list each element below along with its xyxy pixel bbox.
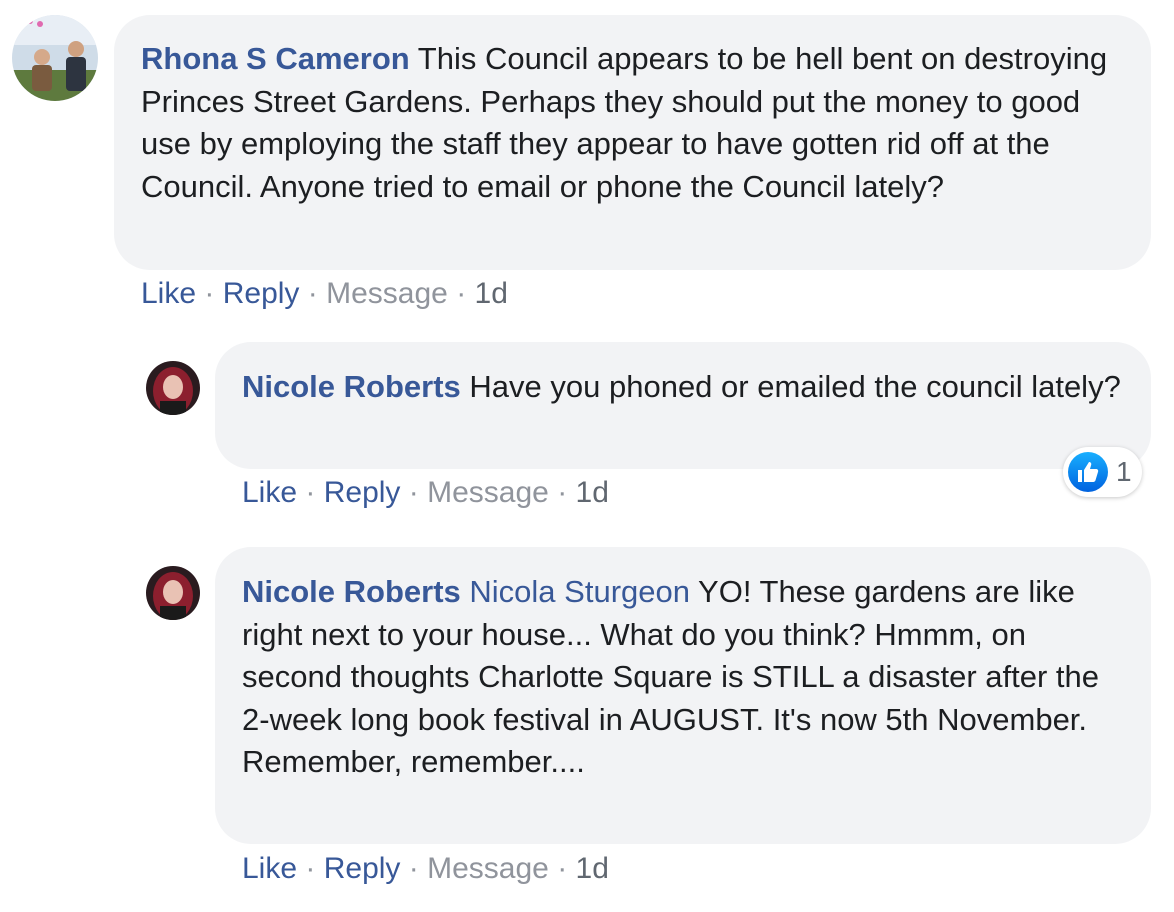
avatar-nicole-roberts[interactable]: [146, 361, 200, 415]
separator: ·: [204, 277, 215, 310]
avatar-rhona-cameron[interactable]: [12, 15, 98, 101]
like-button[interactable]: Like: [141, 277, 196, 310]
separator: ·: [408, 852, 419, 885]
like-button[interactable]: Like: [242, 476, 297, 509]
message-button[interactable]: Message: [326, 277, 448, 310]
comment-bubble: Nicole Roberts Nicola Sturgeon YO! These…: [215, 547, 1151, 844]
thumbs-up-icon: [1068, 452, 1108, 492]
separator: ·: [557, 852, 568, 885]
comment-actions: Like · Reply · Message · 1d: [242, 475, 609, 511]
comment-actions: Like · Reply · Message · 1d: [141, 276, 508, 312]
timestamp[interactable]: 1d: [576, 476, 609, 509]
comment-actions: Like · Reply · Message · 1d: [242, 851, 609, 887]
message-button[interactable]: Message: [427, 476, 549, 509]
avatar-nicole-roberts[interactable]: [146, 566, 200, 620]
reply-button[interactable]: Reply: [324, 476, 401, 509]
separator: ·: [557, 476, 568, 509]
mention-link[interactable]: Nicola Sturgeon: [469, 574, 690, 609]
comment-author[interactable]: Rhona S Cameron: [141, 41, 410, 76]
reply-button[interactable]: Reply: [324, 852, 401, 885]
separator: ·: [305, 852, 316, 885]
separator: ·: [305, 476, 316, 509]
comment-bubble: Rhona S Cameron This Council appears to …: [114, 15, 1151, 270]
separator: ·: [456, 277, 467, 310]
comment-author[interactable]: Nicole Roberts: [242, 574, 461, 609]
like-button[interactable]: Like: [242, 852, 297, 885]
comment-text: Have you phoned or emailed the council l…: [469, 369, 1121, 404]
reaction-summary[interactable]: 1: [1063, 447, 1142, 497]
separator: ·: [408, 476, 419, 509]
reply-button[interactable]: Reply: [223, 277, 300, 310]
reaction-count: 1: [1116, 456, 1132, 487]
timestamp[interactable]: 1d: [576, 852, 609, 885]
separator: ·: [307, 277, 318, 310]
message-button[interactable]: Message: [427, 852, 549, 885]
timestamp[interactable]: 1d: [475, 277, 508, 310]
comment-bubble: Nicole Roberts Have you phoned or emaile…: [215, 342, 1151, 469]
comment-author[interactable]: Nicole Roberts: [242, 369, 461, 404]
